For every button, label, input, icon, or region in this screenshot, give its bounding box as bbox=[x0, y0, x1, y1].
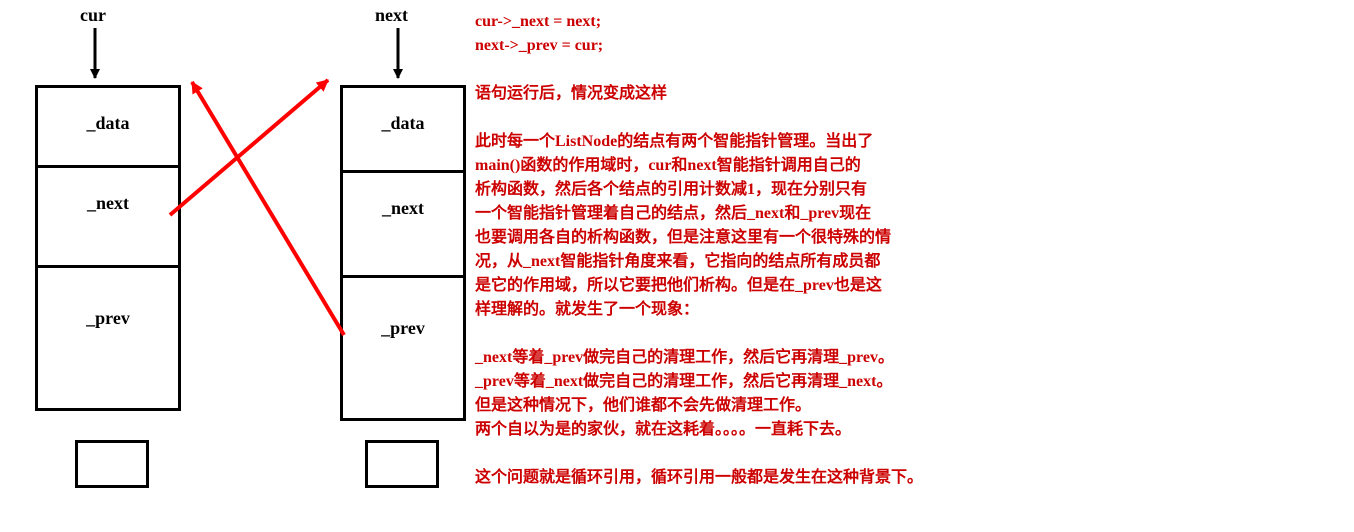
diagram-area: cur next _data _next _prev _data _next _… bbox=[0, 0, 480, 532]
text-line-6: 析构函数，然后各个结点的引用计数减1，现在分别只有 bbox=[475, 178, 1345, 202]
cur-node-box: _data _next _prev bbox=[35, 85, 181, 411]
cur-prev-cell: _prev bbox=[38, 268, 178, 402]
text-line-15: 两个自以为是的家伙，就在这耗着。。。。一直耗下去。 bbox=[475, 418, 1345, 442]
text-line-10: 是它的作用域，所以它要把他们析构。但是在_prev也是这 bbox=[475, 274, 1345, 298]
text-line-5: main()函数的作用域时，cur和next智能指针调用自己的 bbox=[475, 154, 1345, 178]
cur-label: cur bbox=[80, 5, 106, 26]
cur-data-cell: _data bbox=[38, 88, 178, 168]
red-arrow-cur-to-next bbox=[170, 80, 328, 215]
next-next-cell: _next bbox=[343, 173, 463, 278]
next-data-cell: _data bbox=[343, 88, 463, 173]
text-line-11: 样理解的。就发生了一个现象： bbox=[475, 298, 1345, 322]
explanation-text: cur->_next = next; next->_prev = cur; 语句… bbox=[475, 10, 1345, 490]
next-label: next bbox=[375, 5, 408, 26]
text-line-16: 这个问题就是循环引用，循环引用一般都是发生在这种背景下。 bbox=[475, 466, 1345, 490]
code-line-2: next->_prev = cur; bbox=[475, 34, 1345, 58]
code-line-1: cur->_next = next; bbox=[475, 10, 1345, 34]
text-line-4: 此时每一个ListNode的结点有两个智能指针管理。当出了 bbox=[475, 130, 1345, 154]
text-line-12: _next等着_prev做完自己的清理工作，然后它再清理_prev。 bbox=[475, 346, 1345, 370]
text-line-9: 况，从_next智能指针角度来看，它指向的结点所有成员都 bbox=[475, 250, 1345, 274]
text-line-3: 语句运行后，情况变成这样 bbox=[475, 82, 1345, 106]
red-arrow-next-to-cur bbox=[192, 82, 344, 335]
next-prev-cell: _prev bbox=[343, 278, 463, 412]
text-line-14: 但是这种情况下，他们谁都不会先做清理工作。 bbox=[475, 394, 1345, 418]
next-node-box: _data _next _prev bbox=[340, 85, 466, 421]
text-line-8: 也要调用各自的析构函数，但是注意这里有一个很特殊的情 bbox=[475, 226, 1345, 250]
left-small-box bbox=[75, 440, 149, 488]
text-line-13: _prev等着_next做完自己的清理工作，然后它再清理_next。 bbox=[475, 370, 1345, 394]
right-small-box bbox=[365, 440, 439, 488]
cur-next-cell: _next bbox=[38, 168, 178, 268]
text-line-7: 一个智能指针管理着自己的结点，然后_next和_prev现在 bbox=[475, 202, 1345, 226]
